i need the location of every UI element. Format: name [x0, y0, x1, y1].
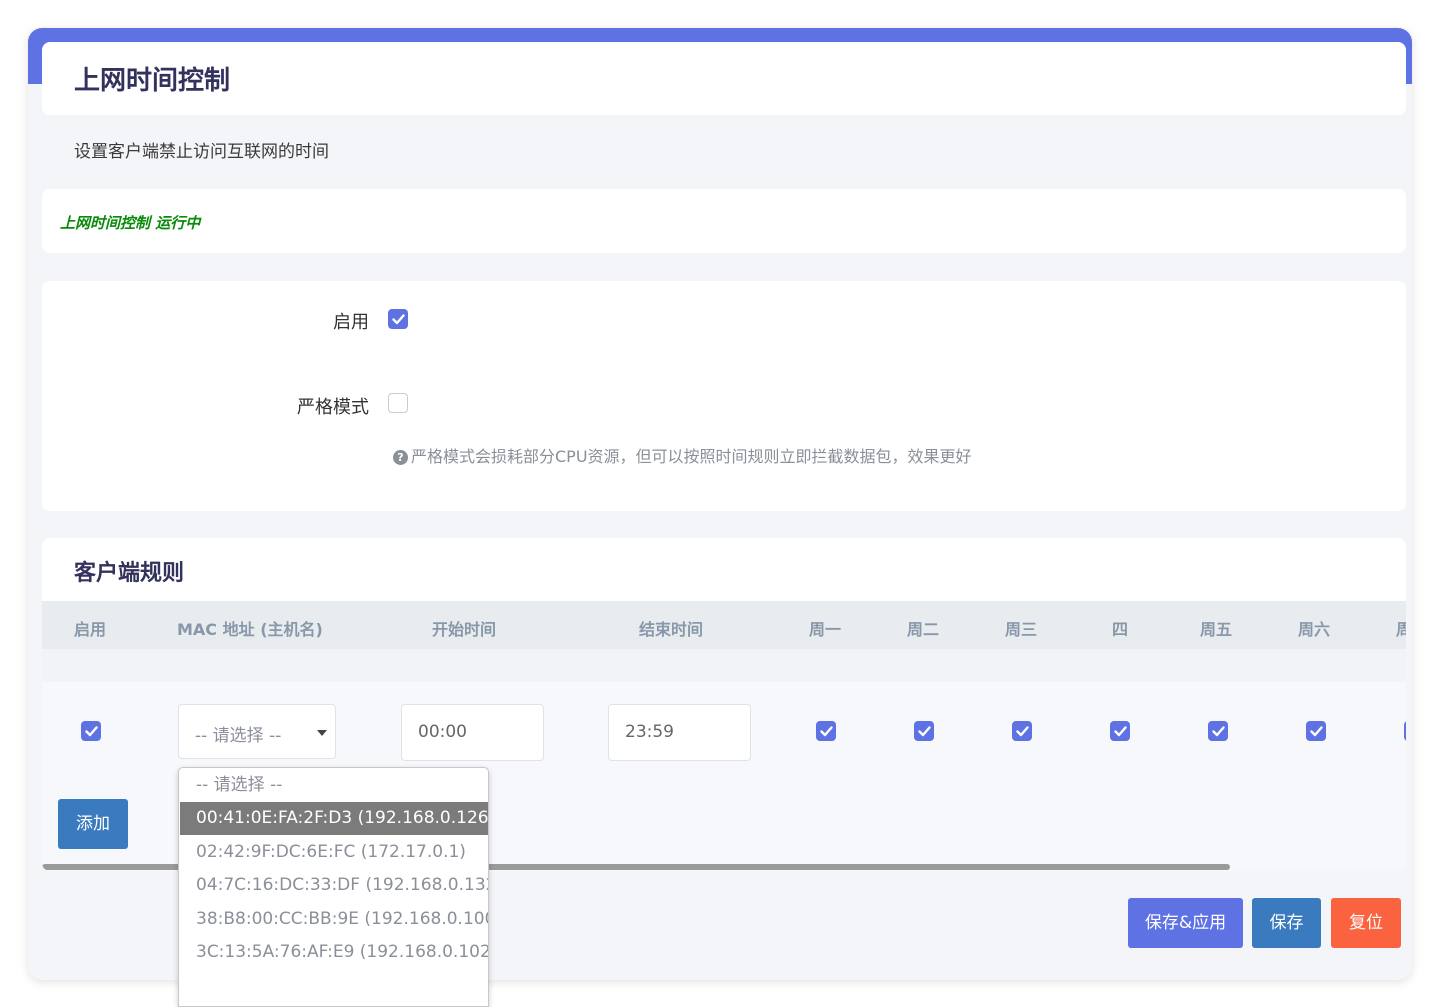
start-time-input[interactable]: 00:00 [401, 704, 544, 761]
strict-mode-label: 严格模式 [297, 397, 369, 418]
check-icon [918, 726, 931, 737]
mac-dropdown-list: -- 请选择 -- 00:41:0E:FA:2F:D3 (192.168.0.1… [178, 767, 489, 1007]
col-enable: 启用 [74, 620, 107, 639]
col-mon: 周一 [809, 620, 842, 639]
caret-down-icon [317, 730, 327, 736]
page-description: 设置客户端禁止访问互联网的时间 [74, 142, 329, 162]
save-apply-button[interactable]: 保存&应用 [1128, 898, 1243, 948]
page-title: 上网时间控制 [74, 66, 231, 96]
check-icon [1212, 726, 1225, 737]
check-icon [1114, 726, 1127, 737]
dropdown-option-placeholder[interactable]: -- 请选择 -- [180, 769, 488, 802]
start-time-value: 00:00 [418, 722, 467, 742]
col-wed: 周三 [1005, 620, 1038, 639]
end-time-value: 23:59 [625, 722, 674, 742]
sat-checkbox[interactable] [1306, 721, 1326, 741]
dropdown-option-highlighted[interactable]: 00:41:0E:FA:2F:D3 (192.168.0.126) [180, 802, 488, 835]
thu-checkbox[interactable] [1110, 721, 1130, 741]
check-icon [392, 314, 405, 325]
check-icon [820, 726, 833, 737]
strict-mode-hint-text: 严格模式会损耗部分CPU资源，但可以按照时间规则立即拦截数据包，效果更好 [411, 447, 972, 466]
col-sun: 周 [1396, 620, 1406, 639]
reset-button[interactable]: 复位 [1331, 898, 1401, 948]
title-card: 上网时间控制 [42, 42, 1406, 115]
col-start-time: 开始时间 [432, 620, 497, 639]
mac-select-value: -- 请选择 -- [195, 726, 282, 746]
wed-checkbox[interactable] [1012, 721, 1032, 741]
dropdown-option[interactable]: 38:B8:00:CC:BB:9E (192.168.0.100) [180, 903, 488, 936]
strict-mode-checkbox[interactable] [388, 393, 408, 413]
end-time-input[interactable]: 23:59 [608, 704, 751, 761]
rules-table-header: 启用 MAC 地址 (主机名) 开始时间 结束时间 周一 周二 周三 四 周五 … [42, 601, 1406, 649]
check-icon [1310, 726, 1323, 737]
col-mac: MAC 地址 (主机名) [177, 620, 323, 639]
rules-section-title: 客户端规则 [74, 561, 185, 586]
table-spacer-row [42, 649, 1406, 683]
col-thu: 四 [1112, 620, 1129, 639]
enable-checkbox[interactable] [388, 309, 408, 329]
strict-mode-hint: ? 严格模式会损耗部分CPU资源，但可以按照时间规则立即拦截数据包，效果更好 [393, 443, 972, 467]
mon-checkbox[interactable] [816, 721, 836, 741]
dropdown-option[interactable]: 02:42:9F:DC:6E:FC (172.17.0.1) [180, 836, 488, 869]
dropdown-option[interactable]: 04:7C:16:DC:33:DF (192.168.0.132) [180, 869, 488, 902]
col-sat: 周六 [1298, 620, 1331, 639]
add-rule-button[interactable]: 添加 [58, 799, 128, 849]
status-text: 上网时间控制 运行中 [60, 214, 201, 232]
mac-select[interactable]: -- 请选择 -- [178, 704, 336, 759]
status-card: 上网时间控制 运行中 [42, 189, 1406, 253]
col-end-time: 结束时间 [639, 620, 704, 639]
col-tue: 周二 [907, 620, 940, 639]
settings-card: 启用 严格模式 ? 严格模式会损耗部分CPU资源，但可以按照时间规则立即拦截数据包… [42, 281, 1406, 511]
save-button[interactable]: 保存 [1252, 898, 1321, 948]
enable-label: 启用 [333, 312, 369, 333]
col-fri: 周五 [1200, 620, 1233, 639]
fri-checkbox[interactable] [1208, 721, 1228, 741]
dropdown-option[interactable]: 3C:13:5A:76:AF:E9 (192.168.0.102) [180, 936, 488, 969]
tue-checkbox[interactable] [914, 721, 934, 741]
sun-checkbox[interactable] [1404, 721, 1406, 741]
check-icon [1016, 726, 1029, 737]
question-circle-icon: ? [393, 450, 408, 465]
check-icon [85, 726, 98, 737]
row-enable-checkbox[interactable] [81, 721, 101, 741]
